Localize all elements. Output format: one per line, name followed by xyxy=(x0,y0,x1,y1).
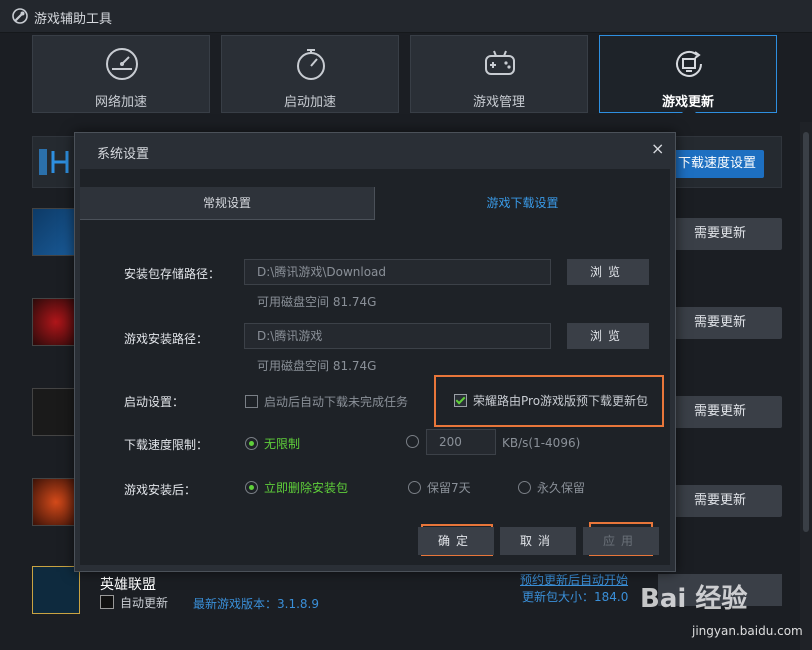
cancel-button[interactable]: 取消 xyxy=(500,527,576,555)
after-install-label: 游戏安装后： xyxy=(124,483,197,497)
scroll-thumb[interactable] xyxy=(803,132,809,532)
speed-limit-radio[interactable] xyxy=(406,435,425,449)
tab-download-settings[interactable]: 游戏下载设置 xyxy=(375,187,670,219)
schedule-update-link[interactable]: 预约更新后自动开始 xyxy=(520,571,628,588)
delete-package-label: 立即删除安装包 xyxy=(264,481,349,495)
close-icon[interactable]: × xyxy=(651,139,664,158)
tab-game-update[interactable]: 游戏更新 xyxy=(599,35,777,113)
dialog-panel: 常规设置 游戏下载设置 安装包存储路径： D:\腾讯游戏\Download 浏览… xyxy=(80,169,670,565)
keep-7-days-label: 保留7天 xyxy=(427,481,471,495)
wrench-icon xyxy=(12,8,28,24)
scrollbar[interactable] xyxy=(800,122,812,650)
browse-button[interactable]: 浏览 xyxy=(567,259,649,285)
tab-launch-accelerate[interactable]: 启动加速 xyxy=(221,35,399,113)
system-settings-dialog: 系统设置 × 常规设置 游戏下载设置 安装包存储路径： D:\腾讯游戏\Down… xyxy=(74,132,676,572)
tab-label: 游戏更新 xyxy=(661,95,714,110)
package-path-field[interactable]: D:\腾讯游戏\Download xyxy=(244,259,551,285)
tab-general-settings[interactable]: 常规设置 xyxy=(80,187,375,219)
tab-label: 网络加速 xyxy=(94,95,147,110)
tab-label: 启动加速 xyxy=(283,95,336,110)
update-size: 更新包大小：184.0 xyxy=(522,590,629,604)
speed-limit-label: 下载速度限制： xyxy=(124,438,209,452)
free-space: 可用磁盘空间 81.74G xyxy=(257,295,377,309)
dialog-title: 系统设置 xyxy=(97,147,150,162)
speedometer-icon xyxy=(106,48,138,80)
speed-value-field[interactable]: 200 xyxy=(426,429,496,455)
tab-divider xyxy=(80,219,375,220)
keep-forever-radio[interactable]: 永久保留 xyxy=(518,479,585,496)
startup-settings-label: 启动设置： xyxy=(124,395,185,409)
speed-unit: KB/s(1-4096) xyxy=(502,436,581,450)
cod-thumbnail xyxy=(32,208,80,256)
title-bar: 游戏辅助工具 xyxy=(0,0,812,33)
browse-button[interactable]: 浏览 xyxy=(567,323,649,349)
update-button[interactable]: 需要更新 xyxy=(658,485,782,517)
keep-forever-label: 永久保留 xyxy=(537,481,586,495)
latest-version: 最新游戏版本：3.1.8.9 xyxy=(193,597,319,611)
game-thumbnail xyxy=(32,298,80,346)
auto-update-label: 自动更新 xyxy=(120,596,169,610)
baidu-watermark: Bai 经验 xyxy=(640,584,748,614)
update-button[interactable]: 需要更新 xyxy=(658,218,782,250)
auto-download-checkbox[interactable]: 启动后自动下载未完成任务 xyxy=(245,393,408,410)
update-button[interactable]: 需要更新 xyxy=(658,307,782,339)
gamepad-icon xyxy=(485,50,515,75)
game-name: 英雄联盟 xyxy=(100,577,156,593)
honor-logo-icon xyxy=(39,149,69,175)
install-path-field[interactable]: D:\腾讯游戏 xyxy=(244,323,551,349)
update-button[interactable]: 需要更新 xyxy=(658,396,782,428)
game-thumbnail xyxy=(32,388,80,436)
watermark-url: jingyan.baidu.com xyxy=(692,624,803,638)
lol-thumbnail xyxy=(32,566,80,614)
speed-unlimited-label: 无限制 xyxy=(264,437,301,451)
package-path-label: 安装包存储路径： xyxy=(124,267,221,281)
router-predownload-checkbox[interactable]: 荣耀路由Pro游戏版预下载更新包 xyxy=(454,392,648,409)
auto-download-label: 启动后自动下载未完成任务 xyxy=(264,395,409,409)
tab-network-accelerate[interactable]: 网络加速 xyxy=(32,35,210,113)
stopwatch-icon xyxy=(297,49,325,80)
download-speed-settings-button[interactable]: 下载速度设置 xyxy=(670,150,764,178)
apply-button[interactable]: 应用 xyxy=(583,527,659,555)
cf-thumbnail xyxy=(32,478,80,526)
speed-unlimited-radio[interactable]: 无限制 xyxy=(245,435,300,452)
free-space: 可用磁盘空间 81.74G xyxy=(257,359,377,373)
router-predownload-label: 荣耀路由Pro游戏版预下载更新包 xyxy=(473,394,649,408)
tab-label: 游戏管理 xyxy=(472,95,525,110)
main-tabs: 网络加速 启动加速 游戏管理 游戏更新 xyxy=(0,32,812,114)
ok-button[interactable]: 确定 xyxy=(418,527,494,555)
keep-7-days-radio[interactable]: 保留7天 xyxy=(408,479,471,496)
auto-update-checkbox[interactable]: 自动更新 xyxy=(100,594,168,611)
monitor-refresh-icon xyxy=(676,50,702,77)
delete-package-radio[interactable]: 立即删除安装包 xyxy=(245,479,348,496)
install-path-label: 游戏安装路径： xyxy=(124,332,209,346)
tab-game-manage[interactable]: 游戏管理 xyxy=(410,35,588,113)
app-title: 游戏辅助工具 xyxy=(34,12,113,27)
